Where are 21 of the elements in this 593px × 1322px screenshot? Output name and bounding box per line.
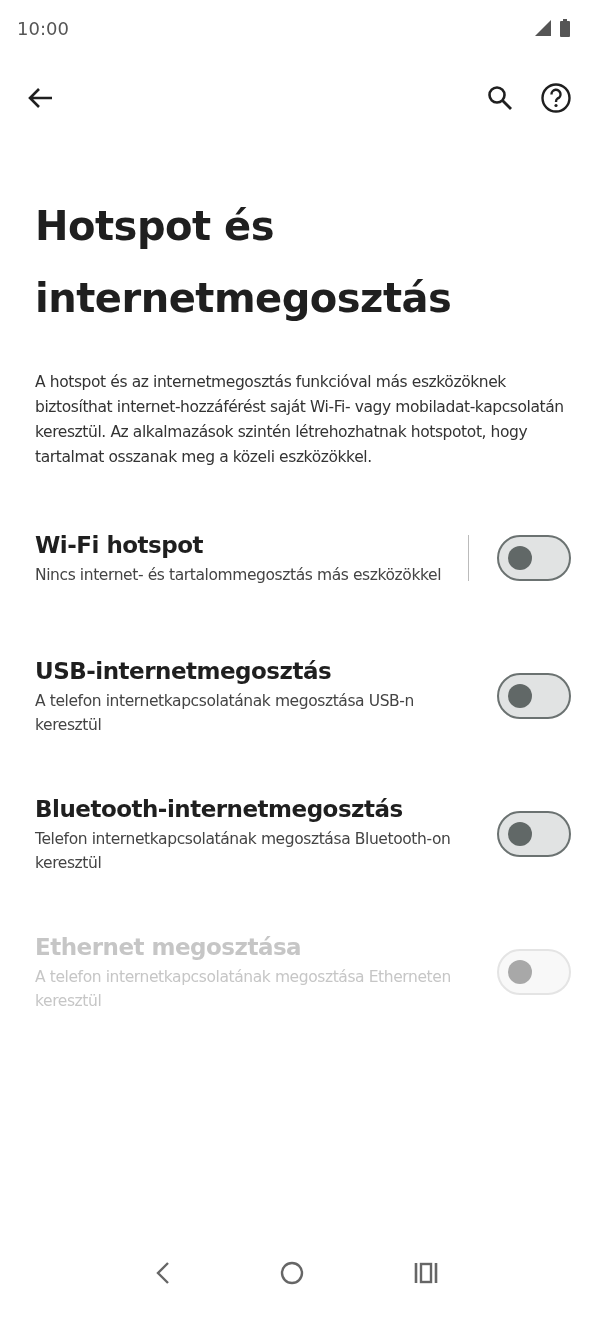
- toggle-switch[interactable]: [497, 673, 571, 719]
- home-icon[interactable]: [280, 1261, 305, 1285]
- setting-title: Bluetooth-internetmegosztás: [35, 795, 404, 824]
- toggle-switch[interactable]: [497, 811, 571, 857]
- page-title: Hotspot és internetmegosztás: [35, 202, 453, 323]
- search-icon[interactable]: [487, 85, 513, 111]
- back-icon[interactable]: [27, 87, 53, 109]
- setting-subtitle: A telefon internetkapcsolatának megosztása Etherneten keresztül: [35, 967, 452, 1012]
- setting-title: USB-internetmegosztás: [35, 657, 333, 686]
- battery-icon: [559, 19, 571, 37]
- setting-subtitle: Nincs internet- és tartalommegosztás más eszközökkel: [35, 565, 443, 586]
- setting-title: Ethernet megosztása: [35, 933, 303, 962]
- description-text: A hotspot és az internetmegosztás funkcióval más eszközöknek biztosíthat internet-hozzáférést saját Wi-Fi- vagy mobiladat-kapcsolatán keresztül. Az alkalmazások szintén létrehozhatnak hotspotot, hogy tartalmat osszanak meg a közeli eszközökkel.: [35, 372, 565, 468]
- setting-subtitle: Telefon internetkapcsolatának megosztása Bluetooth-on keresztül: [35, 829, 452, 874]
- recents-icon[interactable]: [414, 1262, 439, 1284]
- status-time: 10:00: [17, 17, 69, 39]
- signal-icon: [535, 20, 551, 36]
- setting-title: Wi-Fi hotspot: [35, 531, 205, 560]
- toggle-switch[interactable]: [497, 535, 571, 581]
- help-icon[interactable]: [541, 83, 571, 113]
- setting-subtitle: A telefon internetkapcsolatának megosztása USB-n keresztül: [35, 691, 415, 736]
